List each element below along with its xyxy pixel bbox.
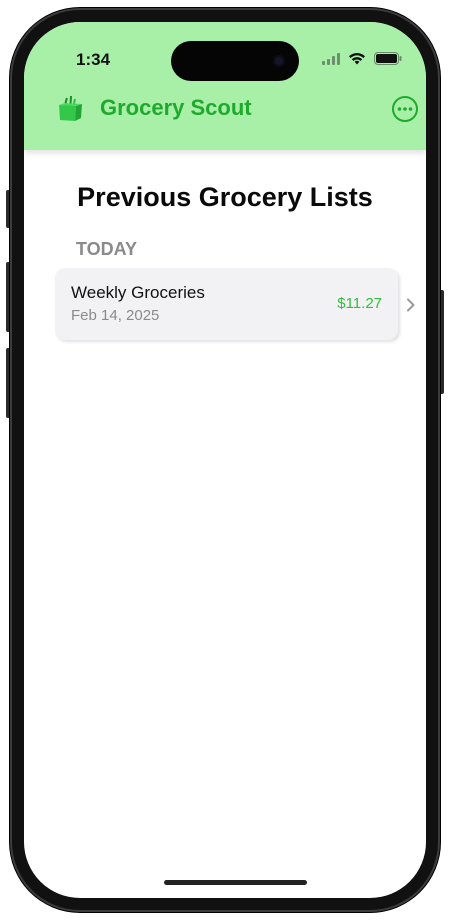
status-icons — [322, 52, 402, 65]
battery-icon — [374, 52, 402, 65]
list-date: Feb 14, 2025 — [71, 307, 160, 324]
grocery-list-item[interactable]: Weekly Groceries Feb 14, 2025 $11.27 — [55, 268, 398, 340]
wifi-icon — [349, 53, 365, 65]
phone-frame: 1:34 Grocery Scout Previous Grocery List… — [10, 8, 440, 912]
dynamic-island — [171, 41, 299, 81]
section-header-today: TODAY — [76, 239, 138, 259]
chevron-right-icon[interactable] — [406, 298, 416, 312]
ellipsis-circle-icon[interactable] — [391, 95, 419, 123]
page-title: Previous Grocery Lists — [77, 182, 373, 212]
screen: 1:34 Grocery Scout Previous Grocery List… — [24, 22, 426, 898]
device-stage: 1:34 Grocery Scout Previous Grocery List… — [0, 0, 450, 920]
status-time: 1:34 — [76, 50, 111, 69]
cellular-signal-icon — [322, 52, 340, 65]
camera-icon — [273, 55, 285, 67]
grocery-bag-icon — [59, 95, 82, 121]
list-total: $11.27 — [337, 295, 382, 312]
home-indicator[interactable] — [164, 880, 307, 885]
list-name: Weekly Groceries — [71, 283, 205, 302]
app-title: Grocery Scout — [100, 95, 252, 120]
